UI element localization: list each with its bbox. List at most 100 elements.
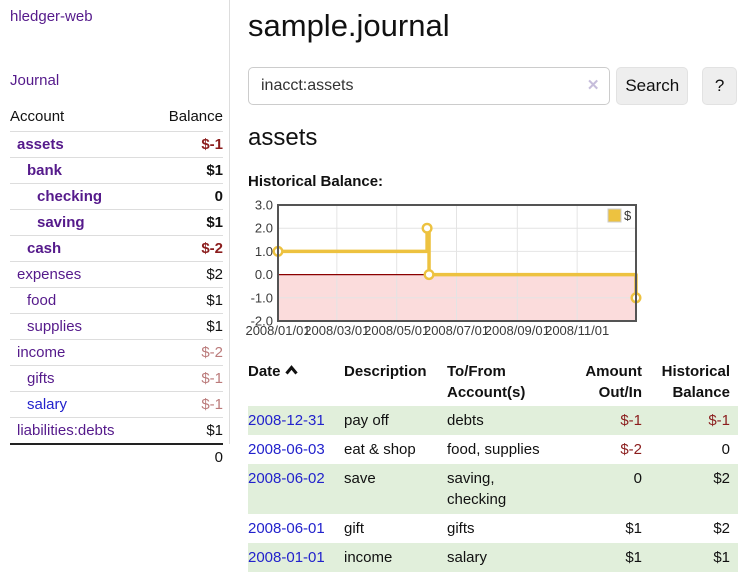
register-body: 2008-12-31pay offdebts$-1$-12008-06-03ea… — [248, 406, 738, 572]
svg-text:1.0: 1.0 — [255, 244, 273, 259]
account-row: bank $1 — [10, 158, 223, 184]
register-balance-cell: $-1 — [650, 406, 738, 435]
register-accounts-cell: saving,checking — [447, 464, 578, 514]
account-balance: $-1 — [150, 392, 223, 418]
register-balance-cell: $2 — [650, 464, 738, 514]
register-amount-cell: $1 — [578, 543, 650, 572]
account-name-cell: salary — [10, 392, 150, 418]
register-date-cell: 2008-12-31 — [248, 406, 344, 435]
sidebar-account-link-income[interactable]: income — [10, 344, 65, 361]
transaction-date-link[interactable]: 2008-01-01 — [248, 549, 325, 566]
register-header: DateDescriptionTo/FromAccount(s)AmountOu… — [248, 358, 738, 406]
accounts-col-account: Account — [10, 105, 150, 132]
search-input[interactable] — [248, 67, 610, 105]
sidebar-account-link-food[interactable]: food — [10, 292, 56, 309]
account-balance: $1 — [150, 210, 223, 236]
svg-text:2008/07/01: 2008/07/01 — [424, 323, 489, 338]
sidebar-account-link-supplies[interactable]: supplies — [10, 318, 82, 335]
account-name-cell: bank — [10, 158, 150, 184]
help-button[interactable]: ? — [702, 67, 737, 105]
account-row: gifts$-1 — [10, 366, 223, 392]
clear-search-icon[interactable]: ✕ — [587, 76, 600, 96]
svg-text:2.0: 2.0 — [255, 221, 273, 236]
sidebar-account-link-cash[interactable]: cash — [10, 240, 61, 257]
search-box: ✕ — [248, 67, 610, 105]
account-balance: $-2 — [150, 236, 223, 262]
register-accounts-cell: debts — [447, 406, 578, 435]
register-col-date[interactable]: Date — [248, 358, 344, 406]
account-name-cell: cash — [10, 236, 150, 262]
sidebar-account-link-expenses[interactable]: expenses — [10, 266, 81, 283]
svg-text:-1.0: -1.0 — [251, 290, 273, 305]
sidebar-account-link-assets[interactable]: assets — [10, 136, 64, 153]
accounts-col-balance: Balance — [150, 105, 223, 132]
account-name-cell: expenses — [10, 262, 150, 288]
sidebar-account-link-bank[interactable]: bank — [10, 162, 62, 179]
transaction-date-link[interactable]: 2008-06-01 — [248, 520, 325, 537]
account-name-cell: saving — [10, 210, 150, 236]
transaction-date-link[interactable]: 2008-06-03 — [248, 441, 325, 458]
register-date-cell: 2008-06-01 — [248, 514, 344, 543]
register-date-cell: 2008-01-01 — [248, 543, 344, 572]
account-name-cell: checking — [10, 184, 150, 210]
page-title: sample.journal — [248, 6, 737, 46]
register-balance-cell: 0 — [650, 435, 738, 464]
register-row: 2008-06-02savesaving,checking0$2 — [248, 464, 738, 514]
register-col-amount: AmountOut/In — [578, 358, 650, 406]
account-name-cell: liabilities:debts — [10, 418, 150, 445]
account-balance: $-1 — [150, 132, 223, 158]
accounts-table: Account Balance assets $-1 bank $1 checking 0… — [10, 105, 223, 470]
register-table: DateDescriptionTo/FromAccount(s)AmountOu… — [248, 358, 738, 572]
register-col-historical: HistoricalBalance — [650, 358, 738, 406]
data-point-marker — [423, 224, 432, 233]
register-col-description: Description — [344, 358, 447, 406]
register-description-cell: pay off — [344, 406, 447, 435]
account-row: supplies$1 — [10, 314, 223, 340]
transaction-date-link[interactable]: 2008-12-31 — [248, 412, 325, 429]
account-row: salary $-1 — [10, 392, 223, 418]
register-date-cell: 2008-06-03 — [248, 435, 344, 464]
sidebar-item-journal[interactable]: Journal — [10, 72, 223, 90]
register-header-row: DateDescriptionTo/FromAccount(s)AmountOu… — [248, 358, 738, 406]
svg-text:2008/01/01: 2008/01/01 — [245, 323, 310, 338]
account-balance: $-2 — [150, 340, 223, 366]
accounts-total-row: 0 — [10, 444, 223, 470]
accounts-total-spacer — [10, 444, 150, 470]
sort-asc-icon — [285, 361, 298, 382]
sidebar-account-link-saving[interactable]: saving — [10, 214, 85, 231]
register-amount-cell: $-1 — [578, 406, 650, 435]
historical-balance-chart: 3.02.01.00.0-1.0-2.02008/01/012008/03/01… — [248, 196, 737, 344]
account-row: food$1 — [10, 288, 223, 314]
svg-text:2008/05/01: 2008/05/01 — [364, 323, 429, 338]
account-balance: 0 — [150, 184, 223, 210]
account-heading: assets — [248, 123, 737, 153]
svg-text:0.0: 0.0 — [255, 267, 273, 282]
register-amount-cell: 0 — [578, 464, 650, 514]
account-row: checking 0 — [10, 184, 223, 210]
app-brand-link[interactable]: hledger-web — [10, 8, 223, 26]
sidebar-account-link-gifts[interactable]: gifts — [10, 370, 55, 387]
transaction-date-link[interactable]: 2008-06-02 — [248, 470, 325, 487]
sidebar-account-link-liabilities-debts[interactable]: liabilities:debts — [10, 422, 115, 439]
register-accounts-cell: gifts — [447, 514, 578, 543]
chart-heading: Historical Balance: — [248, 173, 737, 191]
account-balance: $1 — [150, 158, 223, 184]
account-row: saving $1 — [10, 210, 223, 236]
account-name-cell: supplies — [10, 314, 150, 340]
sidebar-account-link-checking[interactable]: checking — [10, 188, 102, 205]
register-accounts-cell: salary — [447, 543, 578, 572]
account-row: expenses$2 — [10, 262, 223, 288]
search-button[interactable]: Search — [616, 67, 688, 105]
account-name-cell: food — [10, 288, 150, 314]
register-col-tofrom: To/FromAccount(s) — [447, 358, 578, 406]
legend-swatch — [608, 209, 621, 222]
accounts-body: assets$-1bank$1checking0saving$1cash$-2e… — [10, 132, 223, 445]
register-balance-cell: $2 — [650, 514, 738, 543]
svg-text:2008/11/01: 2008/11/01 — [545, 323, 609, 338]
register-description-cell: gift — [344, 514, 447, 543]
sidebar-account-link-salary[interactable]: salary — [10, 396, 67, 413]
sidebar: hledger-web Journal Account Balance asse… — [0, 0, 230, 444]
accounts-total-value: 0 — [150, 444, 223, 470]
legend-label: $ — [624, 208, 632, 223]
account-balance: $1 — [150, 418, 223, 445]
